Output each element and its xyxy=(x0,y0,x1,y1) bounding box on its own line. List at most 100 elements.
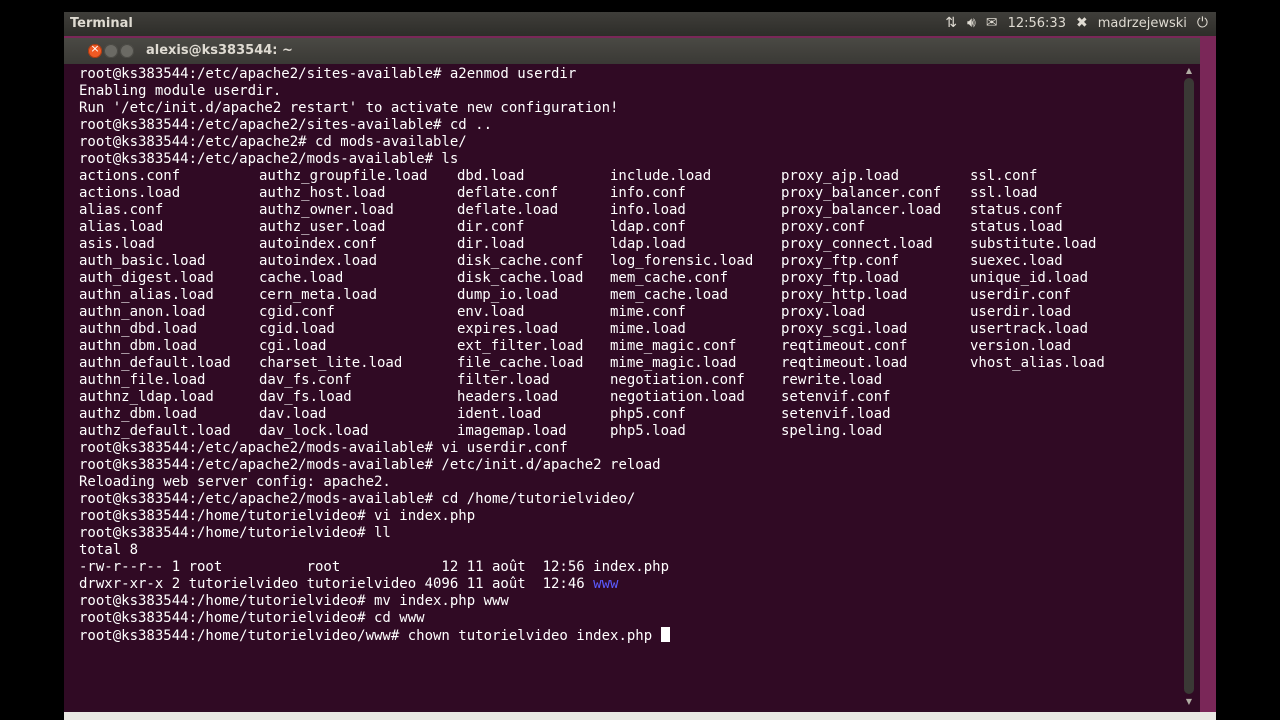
ls-row: actions.conf authz_groupfile.load dbd.load… xyxy=(79,168,1179,185)
ls-entry: authz_default.load xyxy=(79,423,231,439)
terminal-line: Enabling module userdir. xyxy=(79,83,282,99)
scroll-up-arrow-icon[interactable]: ▲ xyxy=(1184,66,1194,75)
ls-entry: proxy_ftp.load xyxy=(781,270,900,286)
lines-after: root@ks383544:/etc/apache2/mods-availabl… xyxy=(79,440,1179,644)
close-icon: × xyxy=(90,42,100,55)
terminal-line: root@ks383544:/etc/apache2/mods-availabl… xyxy=(79,491,636,507)
ls-entry: status.load xyxy=(970,219,1063,235)
bottom-panel xyxy=(64,712,1216,720)
ls-entry: deflate.load xyxy=(457,202,559,218)
ls-entry: alias.load xyxy=(79,219,164,235)
terminal-line: root@ks383544:/home/tutorielvideo# vi in… xyxy=(79,508,476,524)
dir-listing-prefix: drwxr-xr-x 2 tutorielvideo tutorielvideo… xyxy=(79,576,594,592)
lines-before: root@ks383544:/etc/apache2/sites-availab… xyxy=(79,66,1179,168)
ls-entry: cache.load xyxy=(259,270,344,286)
ls-entry: ssl.conf xyxy=(970,168,1038,184)
ls-row: authn_dbd.load cgid.load expires.load mime.… xyxy=(79,321,1179,338)
ls-entry: info.conf xyxy=(610,185,686,201)
network-arrows-icon[interactable]: ⇅ xyxy=(945,15,957,31)
minimize-button[interactable] xyxy=(104,44,118,58)
ls-entry: speling.load xyxy=(781,423,883,439)
terminal-line: root@ks383544:/etc/apache2/mods-availabl… xyxy=(79,151,459,167)
ls-entry: info.load xyxy=(610,202,686,218)
ls-output: actions.conf authz_groupfile.load dbd.load… xyxy=(79,168,1179,440)
ls-entry: authn_dbd.load xyxy=(79,321,198,337)
speaker-icon[interactable]: 🔊︎ xyxy=(967,15,976,31)
ls-entry xyxy=(970,372,1150,389)
ls-row: authz_default.load dav_lock.load imagemap.… xyxy=(79,423,1179,440)
ls-entry: dump_io.load xyxy=(457,287,559,303)
ls-entry: mime.conf xyxy=(610,304,686,320)
window-title: alexis@ks383544: ~ xyxy=(146,43,293,58)
clock[interactable]: 12:56:33 xyxy=(1008,16,1066,31)
ls-row: alias.load authz_user.load dir.conf ldap.co… xyxy=(79,219,1179,236)
user-name[interactable]: madrzejewski xyxy=(1098,16,1187,31)
window-titlebar[interactable]: × alexis@ks383544: ~ xyxy=(64,38,1200,64)
ls-entry: cgid.load xyxy=(259,321,335,337)
ls-entry: authz_host.load xyxy=(259,185,386,201)
ls-entry: alias.conf xyxy=(79,202,164,218)
ls-entry: authn_anon.load xyxy=(79,304,206,320)
scrollbar[interactable]: ▲ ▼ xyxy=(1184,66,1194,706)
ls-entry: usertrack.load xyxy=(970,321,1089,337)
ls-entry: mem_cache.conf xyxy=(610,270,729,286)
ls-entry: version.load xyxy=(970,338,1072,354)
terminal-line: root@ks383544:/etc/apache2/sites-availab… xyxy=(79,117,493,133)
text-cursor xyxy=(660,627,670,642)
ls-entry: mem_cache.load xyxy=(610,287,729,303)
terminal-line: root@ks383544:/home/tutorielvideo# cd ww… xyxy=(79,610,425,626)
ls-entry: authn_file.load xyxy=(79,372,206,388)
ls-entry: auth_basic.load xyxy=(79,253,206,269)
ls-entry: proxy_http.load xyxy=(781,287,908,303)
prompt-line[interactable]: root@ks383544:/home/tutorielvideo/www# c… xyxy=(79,627,1179,644)
current-command: root@ks383544:/home/tutorielvideo/www# c… xyxy=(79,628,661,644)
ls-row: authn_dbm.load cgi.load ext_filter.load mim… xyxy=(79,338,1179,355)
ls-entry: dbd.load xyxy=(457,168,525,184)
ls-entry: actions.load xyxy=(79,185,181,201)
ls-entry: env.load xyxy=(457,304,525,320)
ls-entry: authn_default.load xyxy=(79,355,231,371)
ls-entry: file_cache.load xyxy=(457,355,584,371)
ls-entry xyxy=(970,423,1150,440)
ls-entry: include.load xyxy=(610,168,712,184)
ls-entry: proxy.conf xyxy=(781,219,866,235)
ls-entry: log_forensic.load xyxy=(610,253,754,269)
ls-entry: dir.load xyxy=(457,236,525,252)
desktop-screen: Terminal ⇅ 🔊︎ ✉ 12:56:33 ✖ madrzejewski … xyxy=(64,12,1216,720)
ls-row: authn_anon.load cgid.conf env.load mime.con… xyxy=(79,304,1179,321)
ls-entry: authn_dbm.load xyxy=(79,338,198,354)
ls-row: auth_basic.load autoindex.load disk_cache.… xyxy=(79,253,1179,270)
ls-entry: autoindex.conf xyxy=(259,236,378,252)
scroll-down-arrow-icon[interactable]: ▼ xyxy=(1184,697,1194,706)
ls-row: asis.load autoindex.conf dir.load ldap.load… xyxy=(79,236,1179,253)
ls-entry: setenvif.load xyxy=(781,406,891,422)
ls-row: alias.conf authz_owner.load deflate.load in… xyxy=(79,202,1179,219)
ls-entry: php5.load xyxy=(610,423,686,439)
ls-row: authn_file.load dav_fs.conf filter.load neg… xyxy=(79,372,1179,389)
ls-entry: ldap.load xyxy=(610,236,686,252)
ls-entry: ssl.load xyxy=(970,185,1038,201)
ls-entry: deflate.conf xyxy=(457,185,559,201)
ls-entry: ext_filter.load xyxy=(457,338,584,354)
ls-entry: dav_fs.load xyxy=(259,389,352,405)
ls-entry: mime.load xyxy=(610,321,686,337)
ls-row: authz_dbm.load dav.load ident.load php5.con… xyxy=(79,406,1179,423)
envelope-icon[interactable]: ✉ xyxy=(986,15,998,31)
ls-entry: proxy_ajp.load xyxy=(781,168,900,184)
ls-entry: authn_alias.load xyxy=(79,287,214,303)
terminal-output[interactable]: root@ks383544:/etc/apache2/sites-availab… xyxy=(79,66,1179,706)
system-tray: ⇅ 🔊︎ ✉ 12:56:33 ✖ madrzejewski ⏻ xyxy=(945,15,1208,31)
scrollbar-track[interactable] xyxy=(1184,78,1194,694)
ls-entry: cgi.load xyxy=(259,338,327,354)
ls-entry: headers.load xyxy=(457,389,559,405)
maximize-button[interactable] xyxy=(120,44,134,58)
power-icon[interactable]: ⏻ xyxy=(1197,15,1208,31)
close-button[interactable]: × xyxy=(88,42,102,58)
ls-row: auth_digest.load cache.load disk_cache.loa… xyxy=(79,270,1179,287)
ls-entry: dav_fs.conf xyxy=(259,372,352,388)
ls-entry: ldap.conf xyxy=(610,219,686,235)
ls-row: actions.load authz_host.load deflate.conf i… xyxy=(79,185,1179,202)
ls-entry: proxy.load xyxy=(781,304,866,320)
ls-entry: reqtimeout.conf xyxy=(781,338,908,354)
ls-entry: unique_id.load xyxy=(970,270,1089,286)
